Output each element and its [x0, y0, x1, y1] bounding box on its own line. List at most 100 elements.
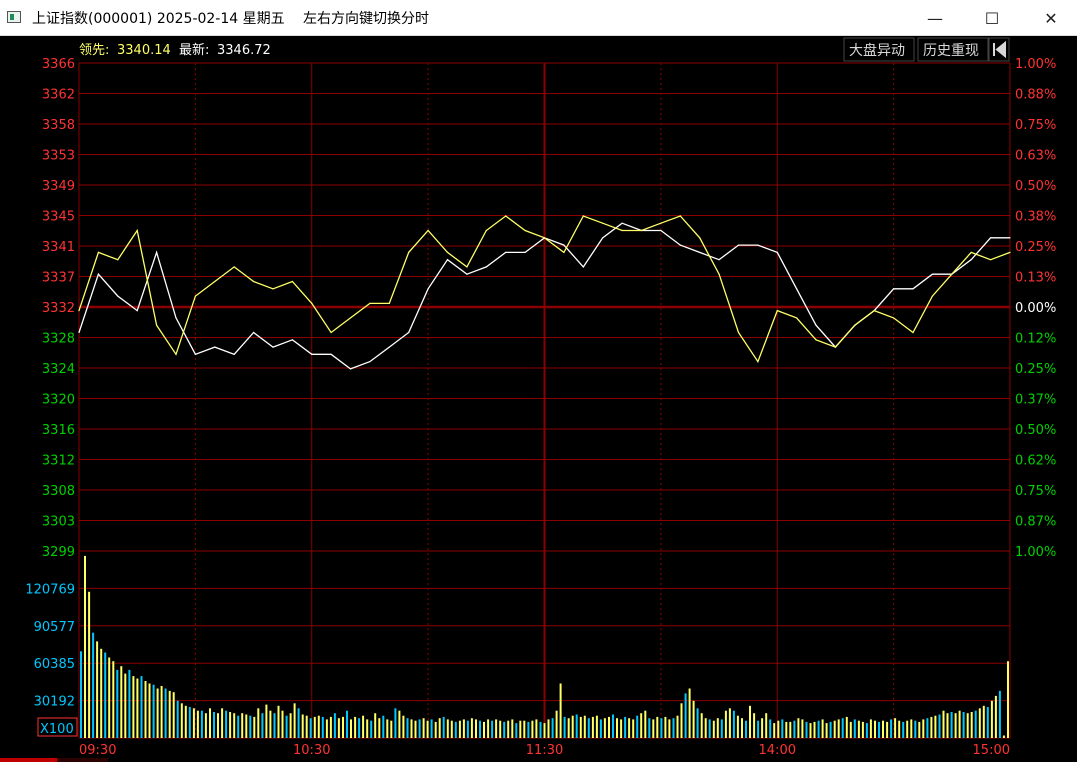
leader-point — [408, 251, 410, 253]
maximize-button[interactable]: ☐ — [969, 0, 1015, 36]
leader-point — [524, 229, 526, 232]
volume-bar — [982, 705, 985, 738]
header-button-market-alert[interactable]: 大盘异动 — [849, 42, 905, 59]
volume-bar — [732, 710, 735, 738]
volume-bar — [406, 718, 409, 738]
volume-bar — [382, 715, 385, 738]
volume-bar — [898, 720, 901, 738]
volume-bar — [176, 700, 179, 738]
volume-bar — [841, 718, 844, 738]
volume-bar — [636, 715, 639, 738]
volume-bar — [571, 715, 574, 738]
volume-bar — [724, 710, 727, 738]
y-left-tick: 3328 — [42, 332, 75, 347]
leader-point — [214, 280, 216, 283]
leader-point — [97, 251, 99, 253]
price-point — [912, 288, 914, 290]
volume-bar — [878, 721, 880, 738]
volume-bar — [507, 720, 510, 738]
price-point — [796, 288, 798, 290]
volume-bar — [84, 555, 86, 738]
volume-bar — [374, 713, 377, 738]
volume-bar — [765, 713, 768, 738]
volume-bar — [479, 720, 481, 738]
y-right-tick: 0.38% — [1015, 210, 1056, 225]
volume-bar — [277, 705, 280, 738]
leader-value: 3340.14 — [117, 43, 171, 58]
volume-bar — [426, 720, 429, 738]
price-point — [272, 346, 274, 348]
volume-bar — [857, 720, 860, 738]
volume-bar — [354, 716, 357, 738]
x-tick: 11:30 — [526, 743, 563, 758]
leader-point — [854, 324, 856, 326]
volume-bar — [648, 718, 651, 738]
chart-area[interactable]: 领先: 3340.14 最新: 3346.72 大盘异动 历史重现 3366 1.00% 336… — [0, 36, 1077, 762]
price-point — [214, 346, 216, 348]
price-point — [505, 251, 507, 253]
volume-bar — [990, 700, 993, 738]
volume-bar — [204, 713, 207, 738]
volume-bar — [366, 719, 369, 738]
app-icon — [7, 11, 21, 23]
volume-bar — [104, 652, 107, 738]
volume-bar — [418, 719, 421, 738]
volume-bar — [213, 712, 215, 738]
price-point — [388, 346, 390, 348]
leader-point — [621, 229, 623, 232]
status-strip — [0, 758, 57, 762]
volume-bar — [434, 721, 437, 738]
leader-point — [427, 229, 429, 232]
volume-bar — [225, 710, 228, 738]
price-point — [1009, 237, 1011, 239]
volume-bar — [672, 718, 675, 738]
volume-bar — [591, 716, 594, 738]
leader-point — [893, 317, 895, 319]
volume-bar — [708, 719, 711, 738]
volume-bar — [402, 715, 405, 738]
volume-bar — [88, 591, 91, 738]
volume-bar — [414, 720, 417, 738]
leader-point — [194, 295, 196, 297]
volume-bar — [918, 721, 921, 738]
y-right-tick: 0.63% — [1015, 149, 1056, 164]
volume-bar — [656, 716, 659, 738]
volume-bar — [253, 716, 256, 738]
y-left-tick: 3324 — [42, 362, 75, 377]
volume-bar — [849, 721, 852, 738]
minimize-button[interactable]: — — [912, 0, 958, 36]
volume-bar — [781, 719, 784, 738]
price-point — [737, 244, 740, 246]
volume-bar — [293, 703, 296, 738]
volume-bar — [1002, 735, 1005, 738]
y-right-tick: 0.62% — [1015, 454, 1056, 469]
volume-bar — [200, 710, 203, 738]
volume-bar — [777, 720, 780, 738]
volume-bar — [233, 713, 236, 738]
price-point — [369, 361, 371, 363]
volume-bar — [499, 720, 502, 738]
volume-bar — [136, 678, 139, 738]
y-left-tick: 3353 — [42, 149, 75, 164]
volume-bar — [994, 695, 997, 738]
price-point — [155, 251, 158, 253]
intraday-chart[interactable]: 领先: 3340.14 最新: 3346.72 大盘异动 历史重现 3366 1.00% 336… — [0, 36, 1077, 762]
volume-bar — [938, 714, 941, 738]
volume-bar — [922, 719, 925, 738]
leader-point — [679, 215, 681, 217]
header-button-history-replay[interactable]: 历史重现 — [923, 43, 979, 59]
volume-bar — [511, 719, 514, 738]
volume-bar — [325, 719, 328, 738]
price-point — [931, 273, 934, 275]
leader-point — [272, 288, 274, 290]
volume-bar — [192, 708, 195, 738]
volume-bar — [112, 661, 115, 738]
volume-bar — [942, 710, 945, 738]
volume-bar — [462, 719, 465, 738]
volume-bar — [370, 720, 373, 738]
volume-bar — [902, 721, 905, 738]
price-point — [330, 353, 332, 355]
close-button[interactable]: ✕ — [1028, 0, 1074, 36]
volume-bar — [567, 718, 570, 738]
volume-bar — [930, 716, 933, 738]
